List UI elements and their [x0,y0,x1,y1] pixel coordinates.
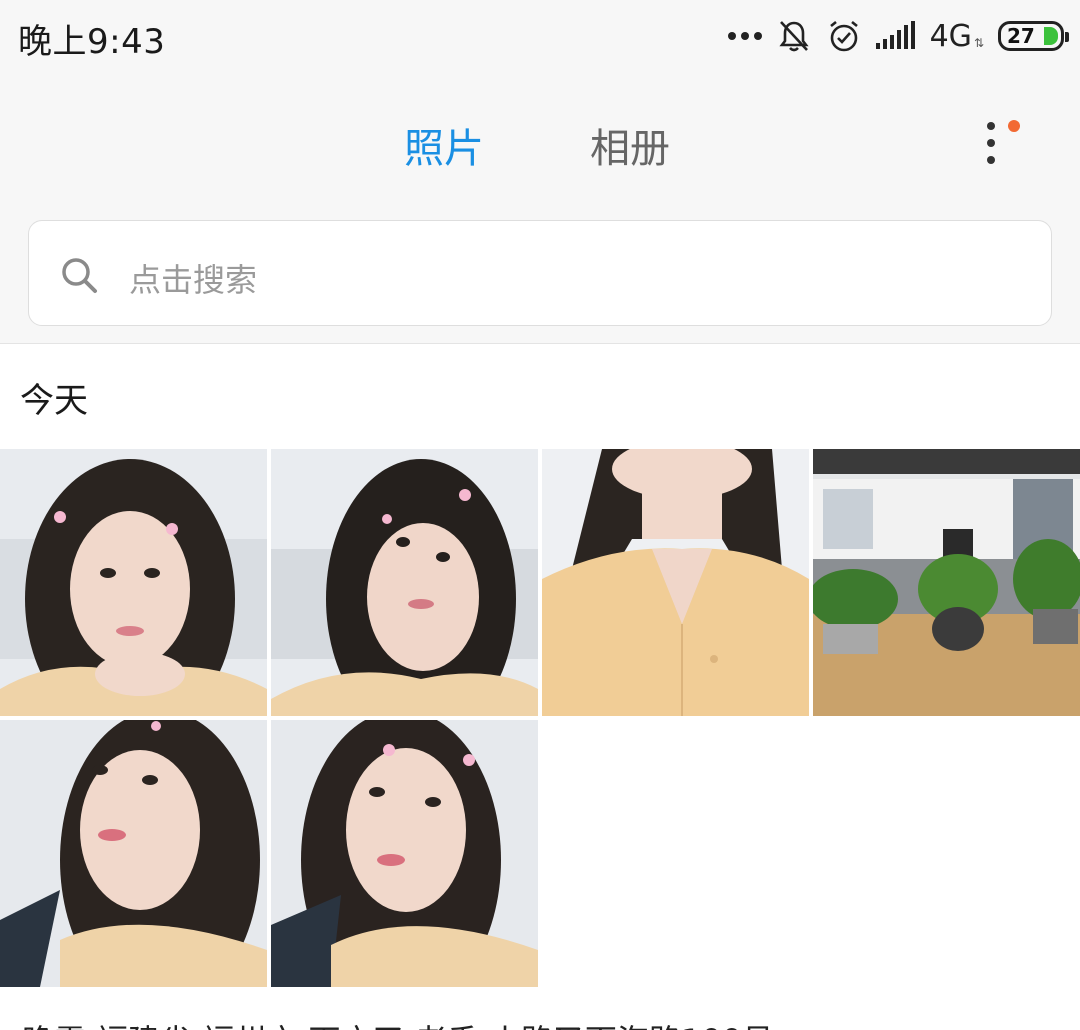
photo-thumbnail[interactable] [271,449,538,716]
photo-thumbnail[interactable] [542,449,809,716]
photo-thumbnail[interactable] [813,449,1080,716]
section-title: 今天 [20,381,88,421]
notification-badge [1008,120,1020,132]
network-4g-icon: 4G ⇅ [929,18,984,54]
tab-bar: 照片 相册 [0,116,1080,176]
battery-icon: 27 [998,21,1069,51]
mute-bell-icon [778,21,809,52]
signal-icon [875,21,915,49]
photo-thumbnail[interactable] [0,720,267,987]
search-icon [62,258,97,293]
search-placeholder: 点击搜索 [129,261,258,299]
battery-level: 27 [1007,24,1035,48]
more-menu-button[interactable] [978,118,1022,168]
photo-thumbnail[interactable] [0,449,267,716]
status-bar: 晚上9:43 4G ⇅ 27 [0,0,1080,72]
more-dots-icon [727,32,762,40]
photo-thumbnail[interactable] [271,720,538,987]
search-input[interactable]: 点击搜索 [28,220,1052,326]
network-type: 4G [929,18,972,54]
location-text: 晚霞 福建省 福州市 下方了 老香 小路又面海路100号 [22,1016,774,1030]
status-icons: 4G ⇅ 27 [727,14,1069,58]
status-time: 晚上9:43 [18,22,166,62]
alarm-icon [829,20,858,52]
tab-albums[interactable]: 相册 [590,116,670,174]
tab-photos[interactable]: 照片 [404,116,484,174]
